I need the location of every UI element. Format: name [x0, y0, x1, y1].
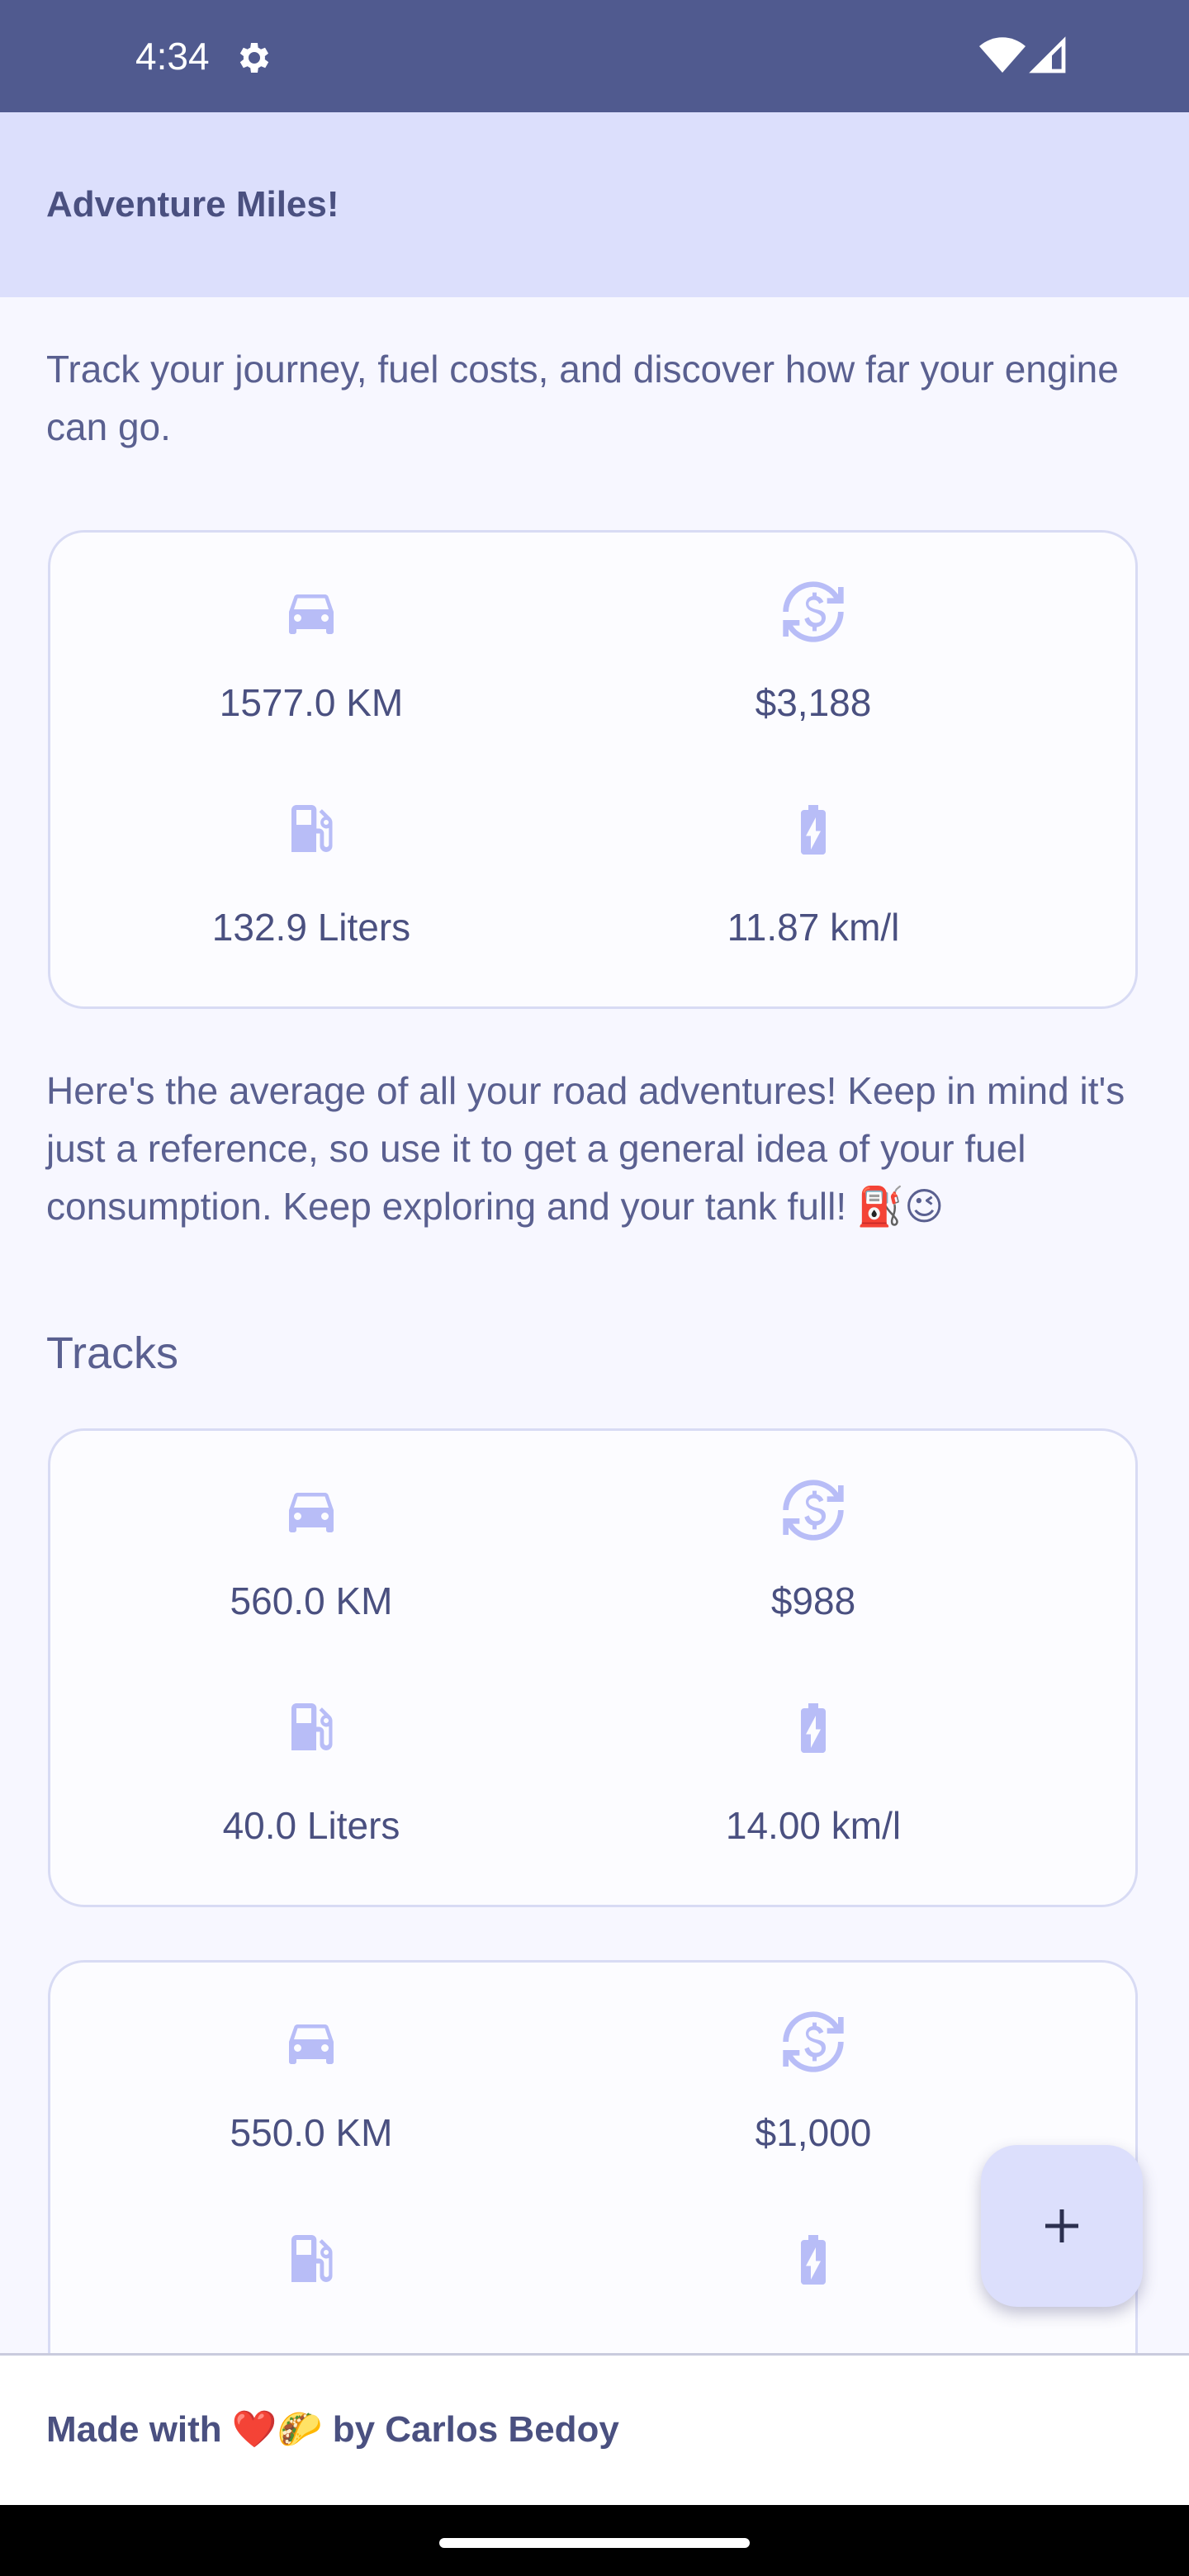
summary-fuel: 132.9 Liters [64, 800, 559, 952]
distance-value: 1577.0 KM [219, 681, 404, 724]
footer: Made with ❤️🌮 by Carlos Bedoy [0, 2353, 1189, 2507]
app-bar: Adventure Miles! [0, 112, 1189, 297]
plus-icon [1045, 2209, 1078, 2242]
car-icon [289, 594, 334, 634]
add-track-button[interactable] [981, 2145, 1143, 2307]
gear-icon [239, 43, 269, 73]
track-cost: $1,000 [566, 2009, 1061, 2157]
currency-exchange-icon [783, 581, 844, 642]
track-fuel: 40.0 Liters [64, 1698, 559, 1850]
status-bar: 4:34 [0, 0, 1189, 112]
average-note: Here's the average of all your road adve… [46, 1069, 1125, 1228]
battery-charging-icon [801, 1703, 826, 1753]
battery-charging-icon [801, 2235, 826, 2285]
car-icon [289, 1493, 334, 1532]
summary-efficiency: 11.87 km/l [566, 800, 1061, 952]
system-nav-bar [0, 2505, 1189, 2576]
efficiency-value: 14.00 km/l [725, 1804, 902, 1847]
track-distance: 560.0 KM [64, 1480, 559, 1626]
track-card[interactable]: 560.0 KM $988 40.0 Liters 14.00 km/l [48, 1428, 1138, 1907]
battery-charging-icon [801, 805, 826, 855]
currency-exchange-icon [783, 2011, 844, 2072]
summary-cost: $3,188 [566, 579, 1061, 727]
wifi-icon [979, 37, 1026, 73]
summary-distance: 1577.0 KM [64, 582, 559, 727]
track-fuel [64, 2230, 559, 2290]
app-title: Adventure Miles! [46, 184, 339, 225]
fuel-pump-icon [291, 1703, 333, 1750]
summary-card: 1577.0 KM $3,188 132.9 Liters 11.87 km/l [48, 530, 1138, 1009]
home-handle[interactable] [439, 2538, 750, 2548]
track-distance: 550.0 KM [64, 2012, 559, 2157]
status-time: 4:34 [135, 35, 210, 78]
track-efficiency: 14.00 km/l [566, 1698, 1061, 1850]
efficiency-value: 11.87 km/l [727, 906, 900, 949]
fuel-value: 132.9 Liters [211, 906, 411, 949]
cost-value: $3,188 [755, 681, 872, 724]
cost-value: $988 [770, 1579, 856, 1622]
footer-credit: Made with ❤️🌮 by Carlos Bedoy [46, 2409, 619, 2450]
track-cost: $988 [566, 1477, 1061, 1626]
tracks-title: Tracks [46, 1328, 178, 1378]
intro-text: Track your journey, fuel costs, and disc… [46, 348, 1119, 448]
cost-value: $1,000 [755, 2111, 872, 2154]
fuel-value: 40.0 Liters [222, 1804, 400, 1847]
fuel-pump-icon [291, 2235, 333, 2282]
fuel-pump-icon [291, 805, 333, 852]
currency-exchange-icon [783, 1480, 844, 1541]
cell-signal-icon [1029, 36, 1066, 73]
distance-value: 560.0 KM [230, 1579, 393, 1622]
distance-value: 550.0 KM [230, 2111, 393, 2154]
car-icon [289, 2024, 334, 2064]
